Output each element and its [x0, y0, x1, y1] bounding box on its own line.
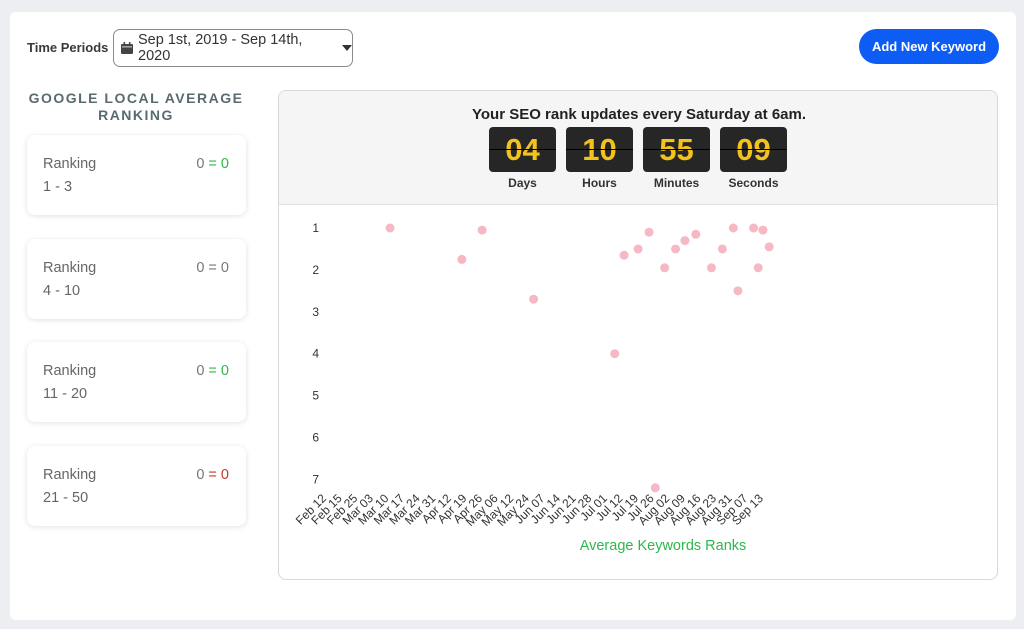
- ranking-card-score: 0 = 0: [196, 260, 229, 276]
- ranking-card-score: 0 = 0: [196, 467, 229, 483]
- y-tick-label: 3: [312, 305, 319, 319]
- days-label: Days: [508, 176, 537, 190]
- data-point: [477, 225, 487, 235]
- ranking-card-range: 1 - 3: [43, 179, 73, 195]
- data-point: [610, 349, 620, 359]
- data-point: [644, 227, 654, 237]
- ranking-card-label: Ranking: [43, 156, 97, 172]
- minutes-value: 55: [643, 127, 710, 172]
- hours-value: 10: [566, 127, 633, 172]
- ranking-card-11-20: Ranking 11 - 20 0 = 0: [27, 342, 246, 422]
- hours-label: Hours: [582, 176, 617, 190]
- y-tick-label: 5: [312, 389, 319, 403]
- data-point: [457, 254, 467, 264]
- add-new-keyword-button[interactable]: Add New Keyword: [859, 29, 999, 64]
- data-point: [749, 223, 759, 233]
- seconds-label: Seconds: [728, 176, 779, 190]
- data-point: [753, 263, 763, 273]
- sidebar-title: GOOGLE LOCAL AVERAGE RANKING: [28, 90, 244, 123]
- calendar-icon: [121, 42, 133, 54]
- ranking-card-label: Ranking: [43, 260, 97, 276]
- days-value: 04: [489, 127, 556, 172]
- y-tick-label: 1: [312, 221, 319, 235]
- ranking-card-label: Ranking: [43, 363, 97, 379]
- data-point: [728, 223, 738, 233]
- timer-title: Your SEO rank updates every Saturday at …: [471, 106, 807, 123]
- y-tick-label: 2: [312, 263, 319, 277]
- ranking-card-range: 11 - 20: [43, 386, 88, 402]
- ranking-card-score: 0 = 0: [196, 363, 229, 379]
- data-point: [385, 223, 395, 233]
- ranking-card-4-10: Ranking 4 - 10 0 = 0: [27, 239, 246, 319]
- ranking-card-label: Ranking: [43, 467, 97, 483]
- data-point: [733, 286, 743, 296]
- data-point: [717, 244, 727, 254]
- ranking-card-range: 4 - 10: [43, 283, 81, 299]
- countdown-timer: Your SEO rank updates every Saturday at …: [279, 91, 997, 205]
- caret-down-icon: [342, 45, 352, 51]
- y-tick-label: 6: [312, 431, 319, 445]
- data-point: [758, 225, 768, 235]
- y-tick-label: 7: [312, 472, 319, 486]
- ranking-card-score: 0 = 0: [196, 156, 229, 172]
- date-range-select[interactable]: Sep 1st, 2019 - Sep 14th, 2020: [113, 29, 353, 67]
- ranking-card-21-50: Ranking 21 - 50 0 = 0: [27, 446, 246, 526]
- ranking-card-1-3: Ranking 1 - 3 0 = 0: [27, 135, 246, 215]
- rank-chart-card: Your SEO rank updates every Saturday at …: [278, 90, 998, 580]
- x-axis-label: Average Keywords Ranks: [580, 538, 747, 554]
- y-tick-label: 4: [312, 347, 319, 361]
- data-point: [633, 244, 643, 254]
- seconds-value: 09: [720, 127, 787, 172]
- data-point: [650, 483, 660, 493]
- data-point: [680, 236, 690, 246]
- data-point: [619, 250, 629, 260]
- ranking-card-range: 21 - 50: [43, 490, 89, 506]
- data-point: [764, 242, 774, 252]
- data-point: [529, 294, 539, 304]
- time-periods-label: Time Periods: [27, 40, 109, 55]
- data-point: [660, 263, 670, 273]
- data-point: [671, 244, 681, 254]
- data-point: [691, 229, 701, 239]
- scatter-plot: 1234567Feb 12Feb 15Feb 25Mar 03Mar 10Mar…: [293, 221, 774, 554]
- minutes-label: Minutes: [653, 176, 700, 190]
- date-range-value: Sep 1st, 2019 - Sep 14th, 2020: [138, 32, 303, 64]
- data-point: [706, 263, 716, 273]
